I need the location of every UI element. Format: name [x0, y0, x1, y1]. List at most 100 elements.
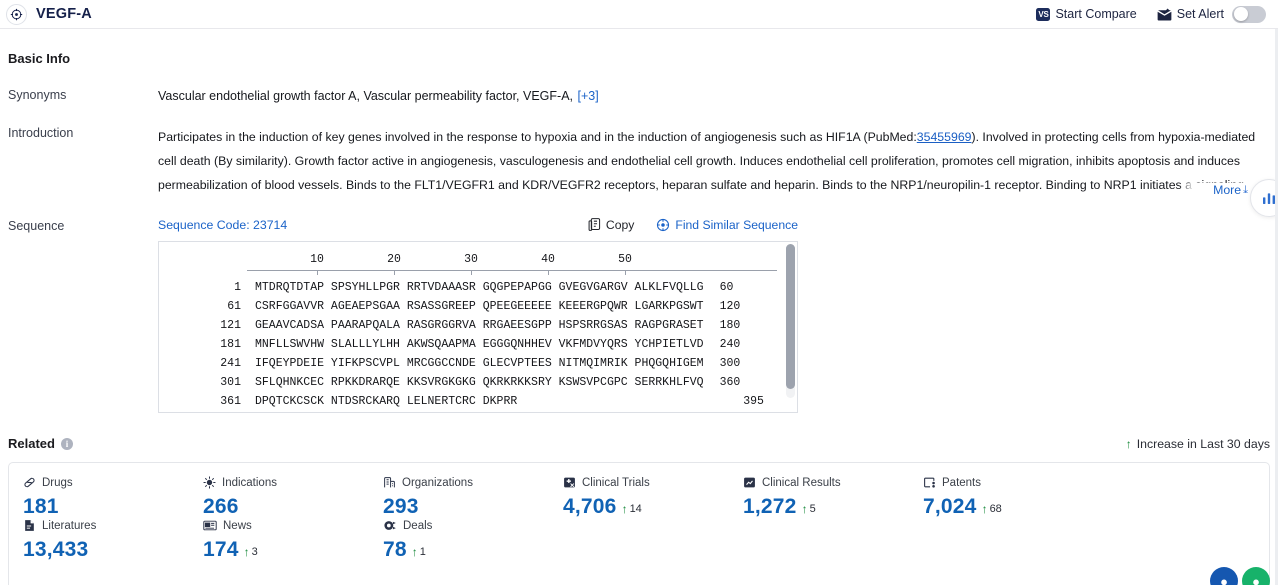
vs-icon: VS: [1036, 7, 1051, 21]
assistant-icon[interactable]: ●: [1210, 567, 1238, 585]
arrow-up-icon: ↑: [243, 545, 250, 559]
sequence-line-start: 1: [234, 280, 241, 294]
stat-label: Literatures: [42, 519, 97, 532]
sequence-viewer[interactable]: 10 20 30 40 50 1 MTDRQTDTAP SPSYHLLPGR RRTVDA…: [158, 241, 798, 413]
stat-value-row: 293: [383, 495, 549, 519]
synonyms-row: Synonyms Vascular endothelial growth fac…: [8, 87, 1270, 105]
sequence-line: 181 MNFLLSWVHW SLALLLYLHH AKWSQAAPMA EGGG…: [159, 335, 797, 353]
introduction-body: Participates in the induction of key gen…: [158, 125, 1270, 197]
copy-button[interactable]: Copy: [588, 218, 634, 232]
stat-header: Deals: [383, 519, 549, 532]
synonyms-value: Vascular endothelial growth factor A, Va…: [158, 87, 1270, 105]
sequence-line: 1 MTDRQTDTAP SPSYHLLPGR RRTVDAAASR GQGPEP…: [159, 278, 797, 296]
introduction-text: Participates in the induction of key gen…: [158, 125, 1270, 197]
sequence-code-link[interactable]: Sequence Code: 23714: [158, 218, 287, 232]
sequence-line-end: 300: [719, 356, 741, 370]
sequence-line-end: 60: [719, 280, 734, 294]
stat-header: Patents: [923, 476, 1089, 489]
copy-icon: [588, 218, 601, 232]
stat-delta: ↑ 3: [244, 546, 258, 558]
synonyms-label: Synonyms: [8, 88, 67, 102]
stat-drugs[interactable]: Drugs 181: [9, 476, 189, 519]
alert-toggle[interactable]: [1232, 5, 1266, 23]
stat-value: 13,433: [23, 538, 89, 561]
stat-organizations[interactable]: Organizations 293: [369, 476, 549, 519]
sequence-line-residues: MTDRQTDTAP SPSYHLLPGR RRTVDAAASR GQGPEPA…: [255, 280, 704, 294]
page-content: Basic Info Synonyms Vascular endothelial…: [0, 29, 1278, 585]
stat-patents[interactable]: Patents 7,024 ↑ 68: [909, 476, 1089, 519]
related-stats-card: Drugs 181 Indications 266 Organizations 293 Cl…: [8, 462, 1270, 585]
stat-value-row: 266: [203, 495, 369, 519]
sequence-scrollbar-thumb[interactable]: [786, 244, 795, 389]
find-similar-label: Find Similar Sequence: [675, 218, 798, 232]
ruler-tick: [548, 270, 549, 275]
sequence-line-end: 180: [719, 318, 741, 332]
chat-icon[interactable]: ●: [1242, 567, 1270, 585]
target-icon: [6, 3, 27, 25]
related-header: Related i ↑ Increase in Last 30 days: [8, 436, 1270, 451]
related-stats-grid: Drugs 181 Indications 266 Organizations 293 Cl…: [9, 476, 1269, 562]
stat-news[interactable]: News 174 ↑ 3: [189, 519, 369, 562]
sequence-line-start: 121: [220, 318, 241, 332]
sequence-line-residues: MNFLLSWVHW SLALLLYLHH AKWSQAAPMA EGGGQNH…: [255, 337, 704, 351]
find-similar-sequence-button[interactable]: Find Similar Sequence: [656, 218, 798, 232]
virus-icon: [203, 476, 216, 489]
stat-value: 7,024: [923, 495, 977, 518]
stat-cell-empty: [1089, 476, 1269, 519]
ruler-tick-label: 30: [464, 253, 478, 266]
stat-label: Organizations: [402, 476, 473, 489]
stat-value: 1,272: [743, 495, 797, 518]
start-compare-button[interactable]: VS Start Compare: [1036, 7, 1137, 21]
sequence-line-end: 120: [719, 299, 741, 313]
floating-action-buttons: ● ●: [1210, 567, 1270, 585]
ruler-tick-label: 20: [387, 253, 401, 266]
synonyms-more-link[interactable]: [+3]: [577, 89, 598, 103]
stat-clinical-results[interactable]: Clinical Results 1,272 ↑ 5: [729, 476, 909, 519]
info-icon[interactable]: i: [60, 437, 73, 450]
sequence-line-start: 181: [220, 337, 241, 351]
synonyms-text: Vascular endothelial growth factor A, Va…: [158, 89, 574, 103]
arrow-up-icon: ↑: [981, 502, 988, 516]
chart-widget-icon[interactable]: [1250, 179, 1278, 217]
stat-header: Literatures: [23, 519, 189, 532]
sequence-line: 121 GEAAVCADSA PAARAPQALA RASGRGGRVA RRGA…: [159, 316, 797, 334]
stat-value: 78: [383, 538, 407, 561]
stat-label: Indications: [222, 476, 277, 489]
set-alert-control[interactable]: Set Alert: [1157, 5, 1266, 23]
sequence-row: Sequence Sequence Code: 23714 Copy Find …: [8, 218, 1270, 413]
basic-info-title-text: Basic Info: [8, 51, 71, 66]
introduction-label: Introduction: [8, 126, 74, 140]
sequence-label: Sequence: [8, 219, 65, 233]
stat-delta-value: 14: [629, 503, 642, 515]
arrow-up-icon: ↑: [621, 502, 628, 516]
sequence-line-end: 240: [719, 337, 741, 351]
alert-mail-icon: [1157, 8, 1172, 21]
sequence-line-start: 301: [220, 375, 241, 389]
stat-clinical-trials[interactable]: Clinical Trials 4,706 ↑ 14: [549, 476, 729, 519]
sequence-tool-group: Copy Find Similar Sequence: [588, 218, 798, 232]
sequence-line: 61 CSRFGGAVVR AGEAEPSGAA RSASSGREEP QPEEG…: [159, 297, 797, 315]
sequence-toolbar: Sequence Code: 23714 Copy Find Similar S…: [158, 218, 798, 232]
stat-value: 174: [203, 538, 239, 561]
header-actions: VS Start Compare Set Alert: [1036, 5, 1266, 23]
stat-delta-value: 68: [989, 503, 1002, 515]
sequence-line-end: 360: [719, 375, 741, 389]
pubmed-link[interactable]: 35455969: [917, 130, 972, 144]
stat-delta-value: 1: [419, 546, 426, 558]
ruler-tick: [394, 270, 395, 275]
stat-deals[interactable]: Deals 78 ↑ 1: [369, 519, 549, 562]
sequence-content: 10 20 30 40 50 1 MTDRQTDTAP SPSYHLLPGR RRTVDA…: [159, 242, 797, 410]
stat-value: 4,706: [563, 495, 617, 518]
ruler-tick-label: 50: [618, 253, 632, 266]
stat-indications[interactable]: Indications 266: [189, 476, 369, 519]
sequence-line-residues: DPQTCKCSCK NTDSRCKARQ LELNERTCRC DKPRR: [255, 394, 518, 408]
sequence-line-end: 395: [743, 394, 764, 408]
increase-legend-label: Increase in Last 30 days: [1136, 436, 1270, 451]
introduction-more-button[interactable]: More ⤓: [1179, 183, 1248, 197]
stat-value-row: 1,272 ↑ 5: [743, 495, 909, 519]
stat-literatures[interactable]: Literatures 13,433: [9, 519, 189, 562]
sequence-line-residues: SFLQHNKCEC RPKKDRARQE KKSVRGKGKG QKRKRKK…: [255, 375, 704, 389]
sequence-scrollbar[interactable]: [786, 244, 795, 398]
find-similar-icon: [656, 218, 670, 232]
stat-label: Deals: [403, 519, 433, 532]
